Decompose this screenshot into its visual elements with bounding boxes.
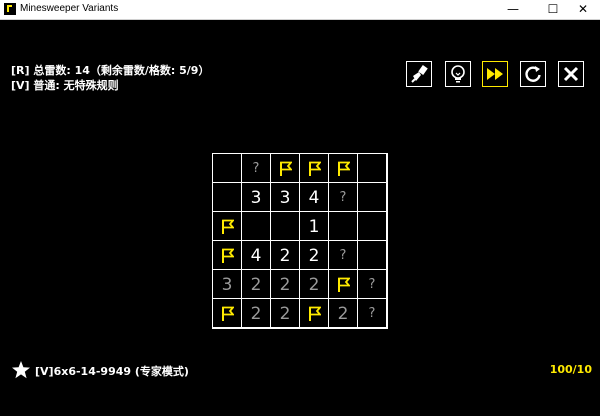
close-icon bbox=[563, 66, 579, 82]
flag-icon bbox=[222, 306, 234, 321]
flag-icon bbox=[338, 277, 350, 292]
empty-cell[interactable] bbox=[328, 211, 358, 241]
empty-cell[interactable] bbox=[357, 211, 387, 241]
flag-icon bbox=[309, 306, 321, 321]
unknown-cell[interactable]: ? bbox=[328, 182, 358, 212]
progress-counter: 100/10 bbox=[549, 363, 592, 376]
flag-cell[interactable] bbox=[328, 269, 358, 299]
flag-icon bbox=[338, 161, 350, 176]
flag-icon bbox=[309, 161, 321, 176]
title-bar: Minesweeper Variants — ☐ ✕ bbox=[0, 0, 600, 20]
close-window-button[interactable]: ✕ bbox=[566, 0, 600, 19]
refresh-icon bbox=[525, 66, 541, 82]
number-cell[interactable]: 2 bbox=[299, 240, 329, 270]
empty-cell[interactable] bbox=[357, 153, 387, 183]
puzzle-id: [V]6x6-14-9949 (专家模式) bbox=[35, 365, 189, 378]
number-cell[interactable]: 3 bbox=[270, 182, 300, 212]
flag-icon bbox=[280, 161, 292, 176]
flag-cell[interactable] bbox=[270, 153, 300, 183]
restart-button[interactable] bbox=[520, 61, 546, 87]
flag-cell[interactable] bbox=[328, 153, 358, 183]
number-cell-dim[interactable]: 2 bbox=[299, 269, 329, 299]
fast-forward-icon bbox=[487, 68, 503, 80]
number-cell[interactable]: 2 bbox=[270, 240, 300, 270]
flag-cell[interactable] bbox=[212, 240, 242, 270]
flag-cell[interactable] bbox=[299, 153, 329, 183]
number-cell-dim[interactable]: 2 bbox=[241, 269, 271, 299]
number-cell[interactable]: 1 bbox=[299, 211, 329, 241]
minimize-button[interactable]: — bbox=[496, 0, 530, 19]
auto-solve-button[interactable] bbox=[482, 61, 508, 87]
empty-cell[interactable] bbox=[212, 153, 242, 183]
window-title: Minesweeper Variants bbox=[20, 3, 119, 14]
empty-cell[interactable] bbox=[212, 182, 242, 212]
flag-cell[interactable] bbox=[212, 211, 242, 241]
number-cell[interactable]: 4 bbox=[299, 182, 329, 212]
star-icon[interactable] bbox=[11, 360, 31, 380]
close-game-button[interactable] bbox=[558, 61, 584, 87]
unknown-cell[interactable]: ? bbox=[241, 153, 271, 183]
lightbulb-icon bbox=[451, 65, 465, 83]
empty-cell[interactable] bbox=[357, 240, 387, 270]
unknown-cell[interactable]: ? bbox=[357, 298, 387, 328]
number-cell-dim[interactable]: 2 bbox=[270, 269, 300, 299]
unknown-cell[interactable]: ? bbox=[357, 269, 387, 299]
brush-tool-button[interactable] bbox=[406, 61, 432, 87]
brush-icon bbox=[411, 65, 428, 83]
number-cell[interactable]: 3 bbox=[241, 182, 271, 212]
empty-cell[interactable] bbox=[357, 182, 387, 212]
number-cell-dim[interactable]: 2 bbox=[328, 298, 358, 328]
flag-cell[interactable] bbox=[212, 298, 242, 328]
flag-cell[interactable] bbox=[299, 298, 329, 328]
number-cell-dim[interactable]: 2 bbox=[270, 298, 300, 328]
maximize-button[interactable]: ☐ bbox=[536, 0, 570, 19]
number-cell-dim[interactable]: 3 bbox=[212, 269, 242, 299]
mine-count-info: [R] 总雷数: 14（剩余雷数/格数: 5/9） bbox=[11, 64, 210, 77]
flag-icon bbox=[222, 248, 234, 263]
flag-icon bbox=[222, 219, 234, 234]
number-cell-dim[interactable]: 2 bbox=[241, 298, 271, 328]
rule-info: [V] 普通: 无特殊规则 bbox=[11, 79, 119, 92]
empty-cell[interactable] bbox=[241, 211, 271, 241]
empty-cell[interactable] bbox=[270, 211, 300, 241]
app-icon bbox=[4, 3, 16, 15]
number-cell[interactable]: 4 bbox=[241, 240, 271, 270]
minesweeper-board: ? 3 3 4? 1 4 2 2? 3 2 2 2? 2 2 2? bbox=[212, 153, 388, 329]
unknown-cell[interactable]: ? bbox=[328, 240, 358, 270]
hint-button[interactable] bbox=[445, 61, 471, 87]
